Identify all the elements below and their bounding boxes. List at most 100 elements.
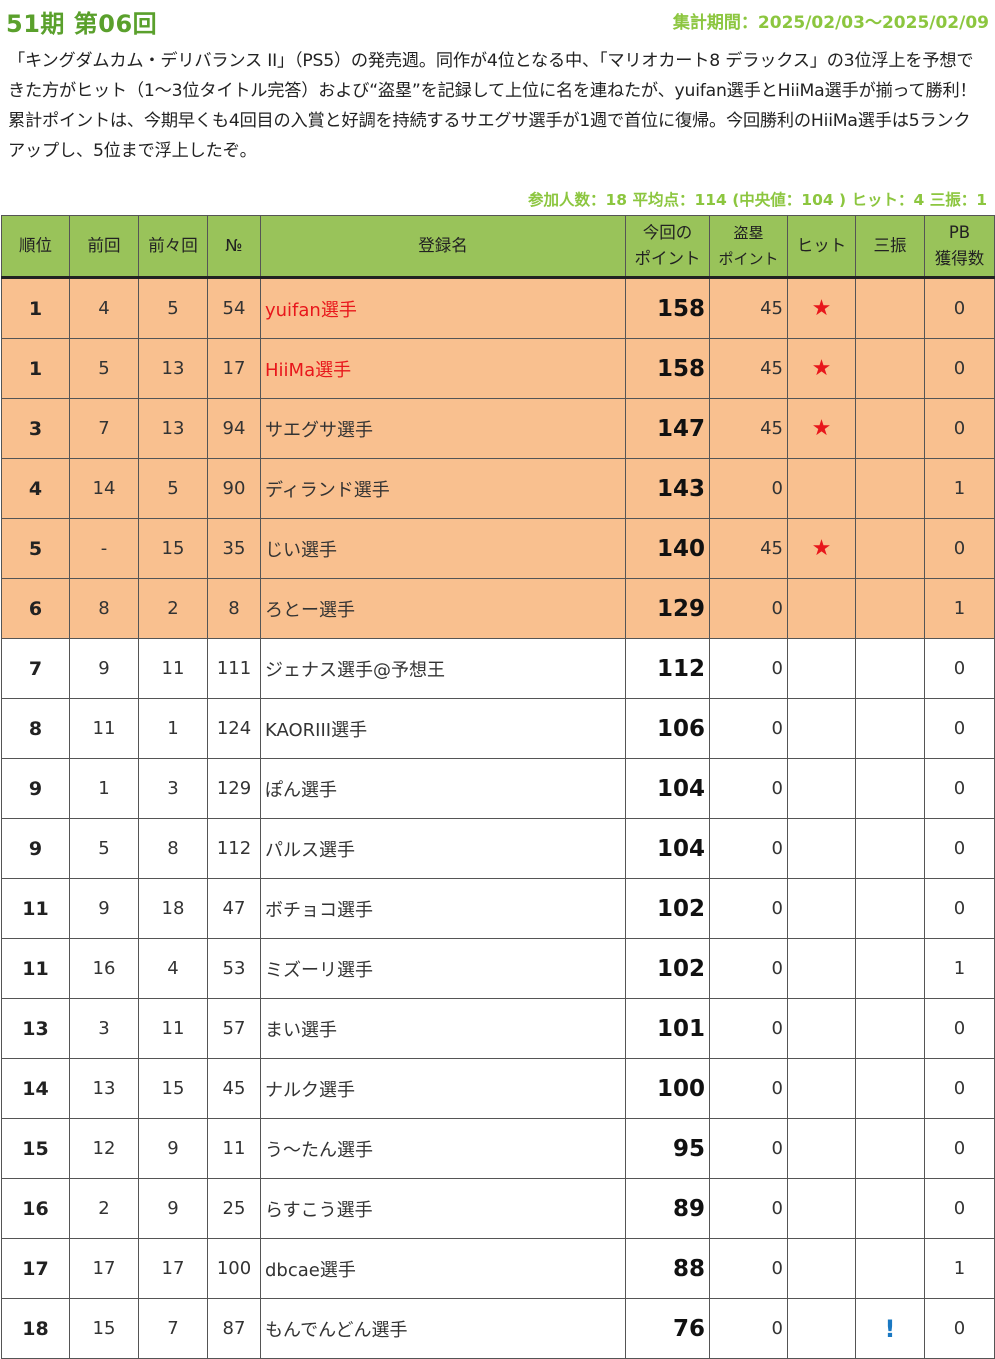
prev2-rank-cell: 11 — [138, 638, 208, 699]
entry-number-cell: 45 — [207, 1058, 261, 1119]
steal-points-cell: 45 — [709, 338, 788, 399]
hit-mark-cell — [787, 1118, 856, 1179]
prev-rank-cell: 11 — [69, 698, 139, 759]
player-name-cell: ディランド選手 — [260, 458, 626, 519]
hit-mark-cell — [787, 818, 856, 879]
steal-points-cell: 0 — [709, 578, 788, 639]
col-header-points-line2: ポイント — [634, 249, 701, 268]
hit-mark-cell — [787, 638, 856, 699]
prev-rank-cell: 2 — [69, 1178, 139, 1239]
prev2-rank-cell: 9 — [138, 1178, 208, 1239]
strikeout-mark-cell: ! — [855, 1298, 925, 1359]
points-cell: 88 — [625, 1238, 710, 1299]
steal-points-cell: 45 — [709, 518, 788, 579]
entry-number-cell: 11 — [207, 1118, 261, 1179]
points-cell: 158 — [625, 338, 710, 399]
prev-rank-cell: 4 — [69, 277, 139, 339]
pb-count-cell: 0 — [924, 638, 995, 699]
steal-points-cell: 0 — [709, 1298, 788, 1359]
prev2-rank-cell: 7 — [138, 1298, 208, 1359]
strikeout-mark-cell — [855, 518, 925, 579]
col-header-steal-line2: ポイント — [718, 250, 779, 268]
table-header-row: 順位 前回 前々回 № 登録名 今回の ポイント 盗塁 ポイント ヒット 三振 PB… — [1, 215, 995, 278]
prev-rank-cell: 3 — [69, 998, 139, 1059]
aggregation-period: 集計期間：2025/02/03～2025/02/09 — [672, 13, 989, 33]
player-name-cell: もんでんどん選手 — [260, 1298, 626, 1359]
table-row: 16 2 9 25 らすこう選手 89 0 0 — [1, 1178, 995, 1239]
strikeout-mark-cell — [855, 277, 925, 339]
table-row: 11 9 18 47 ボチョコ選手 102 0 0 — [1, 878, 995, 939]
entry-number-cell: 8 — [207, 578, 261, 639]
points-cell: 106 — [625, 698, 710, 759]
table-row: 3 7 13 94 サエグサ選手 147 45 ★ 0 — [1, 398, 995, 459]
col-header-name: 登録名 — [260, 215, 626, 278]
entry-number-cell: 54 — [207, 277, 261, 339]
player-name-cell: サエグサ選手 — [260, 398, 626, 459]
points-cell: 101 — [625, 998, 710, 1059]
ranking-table: 順位 前回 前々回 № 登録名 今回の ポイント 盗塁 ポイント ヒット 三振 PB… — [1, 215, 995, 1359]
strikeout-mark-cell — [855, 998, 925, 1059]
rank-cell: 9 — [1, 758, 70, 819]
player-name-cell: う～たん選手 — [260, 1118, 626, 1179]
pb-count-cell: 0 — [924, 338, 995, 399]
strikeout-mark-cell — [855, 938, 925, 999]
page-header: 51期 第06回 集計期間：2025/02/03～2025/02/09 — [0, 0, 995, 40]
pb-count-cell: 0 — [924, 818, 995, 879]
pb-count-cell: 1 — [924, 1238, 995, 1299]
rank-cell: 16 — [1, 1178, 70, 1239]
prev2-rank-cell: 15 — [138, 518, 208, 579]
hit-mark-cell: ★ — [787, 338, 856, 399]
strikeout-mark-cell — [855, 638, 925, 699]
pb-count-cell: 1 — [924, 458, 995, 519]
player-name-cell: ミズーリ選手 — [260, 938, 626, 999]
entry-number-cell: 111 — [207, 638, 261, 699]
table-row: 6 8 2 8 ろとー選手 129 0 1 — [1, 578, 995, 639]
points-cell: 147 — [625, 398, 710, 459]
steal-points-cell: 0 — [709, 758, 788, 819]
col-header-no: № — [207, 215, 261, 278]
page-title: 51期 第06回 — [6, 10, 158, 38]
col-header-pb-line1: PB — [948, 223, 971, 242]
entry-number-cell: 94 — [207, 398, 261, 459]
prev2-rank-cell: 5 — [138, 458, 208, 519]
col-header-prev2: 前々回 — [138, 215, 208, 278]
rank-cell: 17 — [1, 1238, 70, 1299]
strikeout-mark-cell — [855, 1238, 925, 1299]
steal-points-cell: 0 — [709, 1058, 788, 1119]
table-row: 4 14 5 90 ディランド選手 143 0 1 — [1, 458, 995, 519]
prev-rank-cell: 9 — [69, 638, 139, 699]
col-header-steal-line1: 盗塁 — [733, 224, 764, 242]
pb-count-cell: 0 — [924, 878, 995, 939]
rank-cell: 9 — [1, 818, 70, 879]
table-row: 11 16 4 53 ミズーリ選手 102 0 1 — [1, 938, 995, 999]
table-row: 17 17 17 100 dbcae選手 88 0 1 — [1, 1238, 995, 1299]
hit-mark-cell: ★ — [787, 277, 856, 339]
prev2-rank-cell: 9 — [138, 1118, 208, 1179]
player-name-cell: KAORIII選手 — [260, 698, 626, 759]
steal-points-cell: 45 — [709, 398, 788, 459]
prev-rank-cell: 5 — [69, 818, 139, 879]
prev-rank-cell: 13 — [69, 1058, 139, 1119]
points-cell: 89 — [625, 1178, 710, 1239]
prev-rank-cell: 8 — [69, 578, 139, 639]
hit-mark-cell: ★ — [787, 518, 856, 579]
prev-rank-cell: - — [69, 518, 139, 579]
col-header-pb: PB 獲得数 — [924, 215, 995, 278]
prev-rank-cell: 5 — [69, 338, 139, 399]
col-header-hit: ヒット — [787, 215, 856, 278]
strikeout-mark-cell — [855, 398, 925, 459]
steal-points-cell: 0 — [709, 938, 788, 999]
summary-text: 「キングダムカム・デリバランス II」（PS5）の発売週。同作が4位となる中、「… — [8, 51, 977, 161]
steal-points-cell: 0 — [709, 458, 788, 519]
hit-mark-cell — [787, 938, 856, 999]
entry-number-cell: 129 — [207, 758, 261, 819]
prev-rank-cell: 16 — [69, 938, 139, 999]
points-cell: 76 — [625, 1298, 710, 1359]
player-name-cell: ぽん選手 — [260, 758, 626, 819]
table-row: 1 4 5 54 yuifan選手 158 45 ★ 0 — [1, 277, 995, 339]
prev2-rank-cell: 18 — [138, 878, 208, 939]
table-row: 1 5 13 17 HiiMa選手 158 45 ★ 0 — [1, 338, 995, 399]
steal-points-cell: 45 — [709, 277, 788, 339]
rank-cell: 15 — [1, 1118, 70, 1179]
strikeout-mark-cell — [855, 338, 925, 399]
